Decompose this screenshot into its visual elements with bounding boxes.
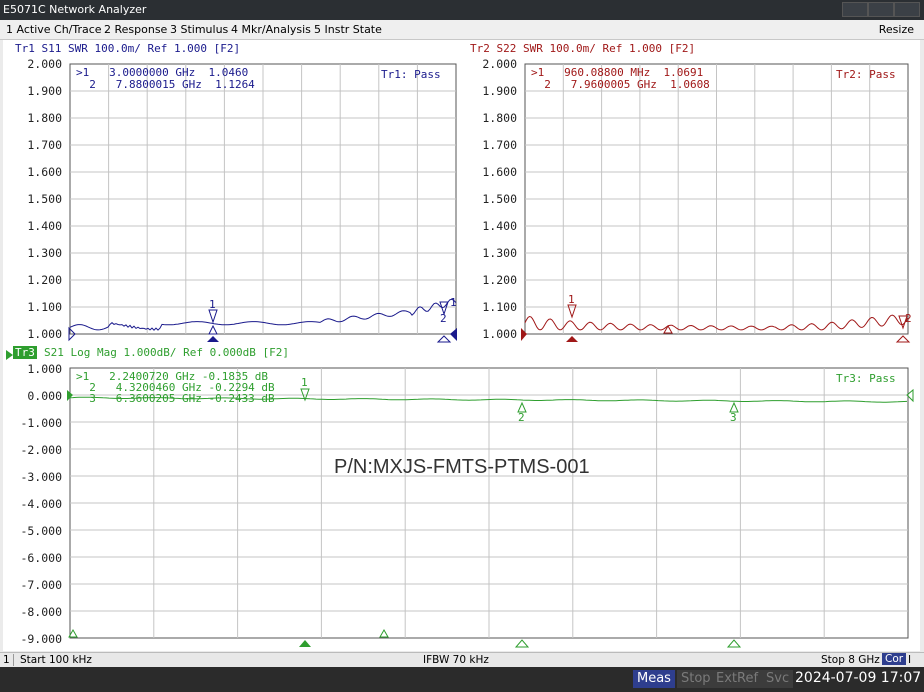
- tr3-grid: [69, 367, 909, 639]
- tr2-pass-status: Tr2: Pass: [836, 68, 896, 81]
- stop-button[interactable]: Stop: [677, 670, 715, 688]
- tr1-marker-2-label: 2: [440, 312, 447, 325]
- tr3-bottom-marker: [514, 639, 530, 648]
- tr2-marker-1-label: 1: [568, 293, 575, 306]
- channel-status-bar: 1 Start 100 kHz IFBW 70 kHz Stop 8 GHz C…: [0, 652, 924, 668]
- start-frequency[interactable]: Start 100 kHz: [20, 654, 92, 666]
- meas-button[interactable]: Meas: [633, 670, 675, 688]
- tr1-grid: [69, 63, 457, 335]
- correction-indicator: Cor: [882, 653, 907, 665]
- tr3-marker-3-label: 3: [730, 411, 737, 424]
- tr1-marker-1-edge-label: 1: [450, 296, 457, 309]
- date-time: 2024-07-09 17:07: [795, 670, 922, 686]
- tr3-bottom-marker: [379, 628, 389, 638]
- trace-graphs: [67, 63, 914, 648]
- tr2-grid: [524, 63, 909, 335]
- stop-frequency[interactable]: Stop 8 GHz: [821, 654, 880, 666]
- tr3-bottom-marker: [299, 640, 311, 647]
- tr2-marker-1: [566, 304, 578, 342]
- extref-button[interactable]: ExtRef: [712, 670, 763, 688]
- channel-number[interactable]: 1: [3, 654, 14, 666]
- tr3-pass-status: Tr3: Pass: [836, 372, 896, 385]
- instrument-status-bar: Meas Stop ExtRef Svc 2024-07-09 17:07: [0, 667, 924, 692]
- status-indicator: I: [908, 654, 912, 666]
- tr3-marker-2-label: 2: [518, 411, 525, 424]
- tr3-marker-1-label: 1: [301, 376, 308, 389]
- tr2-left-ref-marker: [521, 328, 527, 341]
- part-number-annotation: P/N:MXJS-FMTS-PTMS-001: [334, 456, 590, 478]
- tr2-marker-2-label: 2: [905, 312, 912, 325]
- tr1-marker-1-label: 1: [209, 298, 216, 311]
- tr1-marker-1: [207, 309, 219, 342]
- tr1-pass-status: Tr1: Pass: [381, 68, 441, 81]
- svc-button[interactable]: Svc: [762, 670, 794, 688]
- ifbw[interactable]: IFBW 70 kHz: [423, 654, 489, 666]
- tr3-marker-readout-3: 3 6.3600205 GHz -0.2433 dB: [76, 392, 275, 405]
- tr2-marker-readout-2: 2 7.9600005 GHz 1.0608: [531, 78, 710, 91]
- tr3-bottom-marker: [726, 639, 742, 648]
- tr1-marker-readout-2: 2 7.8800015 GHz 1.1264: [76, 78, 255, 91]
- tr1-right-ref-marker: [450, 328, 457, 341]
- tr2-marker-ref: [663, 324, 673, 334]
